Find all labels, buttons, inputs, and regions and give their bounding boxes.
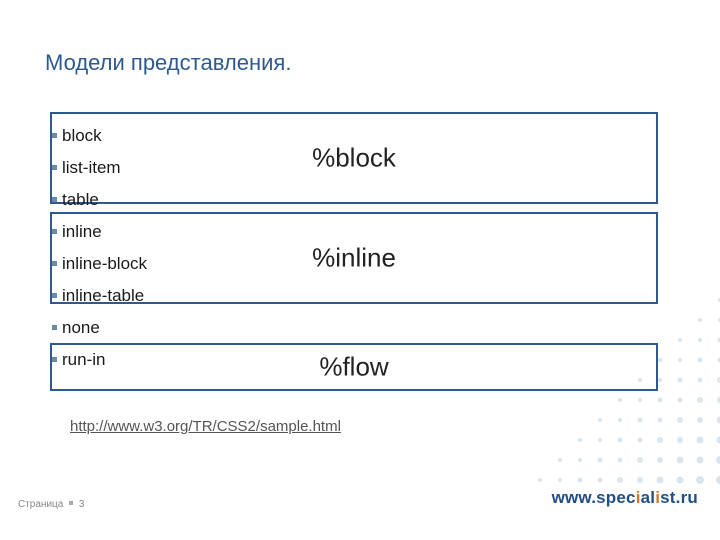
brand-part: st.ru <box>660 488 698 507</box>
list-item: list-item <box>52 152 652 184</box>
display-values-list: block list-item table inline inline-bloc… <box>52 120 652 376</box>
footer: Страница 3 www.specialist.ru <box>0 500 720 540</box>
list-item: inline-block <box>52 248 652 280</box>
list-item: run-in <box>52 344 652 376</box>
slide-title: Модели представления. <box>45 50 291 76</box>
list-item: table <box>52 184 652 216</box>
list-item: inline-table <box>52 280 652 312</box>
bullet-icon <box>69 501 73 505</box>
brand-url: www.specialist.ru <box>552 488 698 508</box>
reference-link[interactable]: http://www.w3.org/TR/CSS2/sample.html <box>70 418 341 435</box>
page-number: Страница 3 <box>18 499 84 510</box>
page-label: Страница <box>18 499 63 510</box>
brand-part: al <box>641 488 656 507</box>
page-number-value: 3 <box>79 499 85 510</box>
brand-part: www.spec <box>552 488 636 507</box>
list-item: block <box>52 120 652 152</box>
list-item: inline <box>52 216 652 248</box>
list-item: none <box>52 312 652 344</box>
